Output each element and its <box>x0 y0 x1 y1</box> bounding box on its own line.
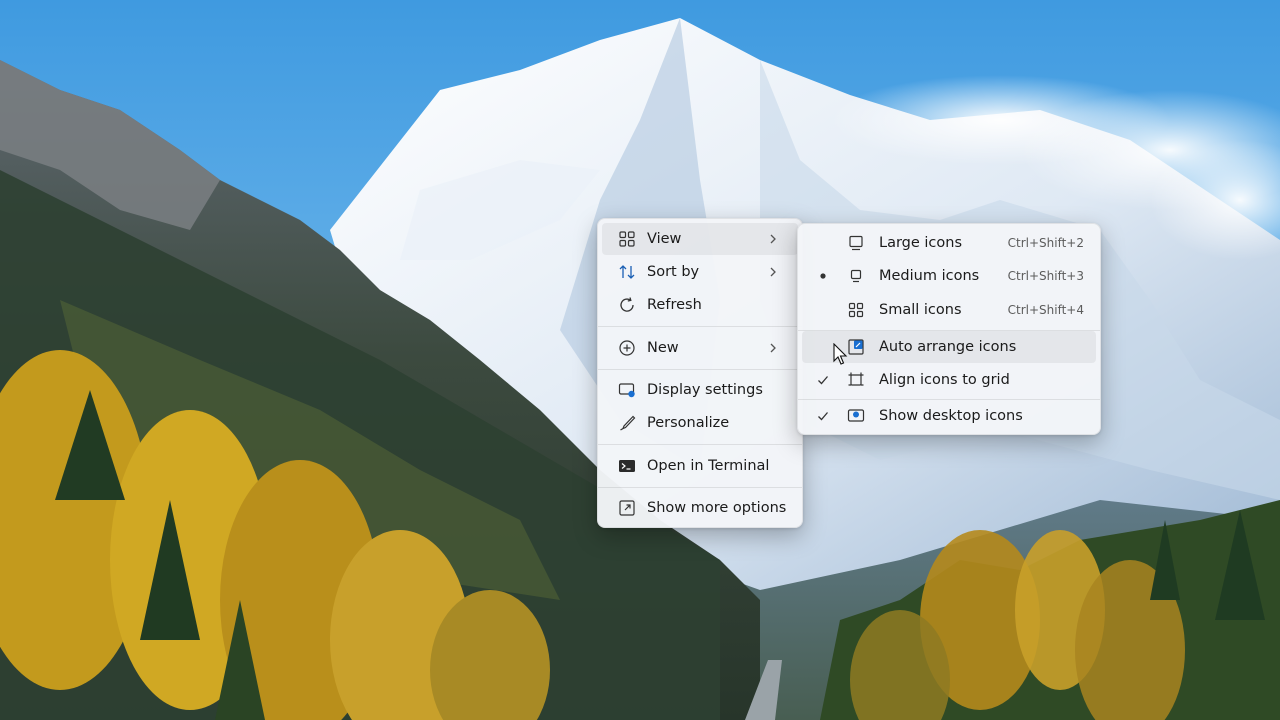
small-icons-icon <box>846 300 866 320</box>
menu-separator <box>598 326 802 327</box>
terminal-icon <box>617 456 637 476</box>
large-icons-icon <box>846 233 866 253</box>
auto-arrange-icon <box>846 337 866 357</box>
chevron-right-icon <box>766 232 780 246</box>
menu-item-display-settings[interactable]: Display settings <box>602 374 798 406</box>
sort-icon <box>617 262 637 282</box>
new-plus-icon <box>617 338 637 358</box>
keyboard-shortcut: Ctrl+Shift+2 <box>1007 236 1084 250</box>
refresh-icon <box>617 295 637 315</box>
submenu-item-label: Auto arrange icons <box>879 339 1017 355</box>
menu-item-label: Personalize <box>647 415 730 431</box>
chevron-right-icon <box>766 265 780 279</box>
bullet-icon <box>816 269 830 283</box>
personalize-brush-icon <box>617 413 637 433</box>
menu-item-label: Show more options <box>647 500 787 516</box>
submenu-item-medium-icons[interactable]: Medium icons Ctrl+Shift+3 <box>802 260 1096 292</box>
checkmark-icon <box>816 409 830 423</box>
show-desktop-icon <box>846 406 866 426</box>
menu-item-label: Sort by <box>647 264 700 280</box>
menu-item-open-in-terminal[interactable]: Open in Terminal <box>602 450 798 482</box>
submenu-item-large-icons[interactable]: Large icons Ctrl+Shift+2 <box>802 227 1096 259</box>
menu-item-view[interactable]: View <box>602 223 798 255</box>
desktop-context-menu: View Sort by Refresh New Display setting… <box>597 218 803 528</box>
submenu-item-small-icons[interactable]: Small icons Ctrl+Shift+4 <box>802 294 1096 326</box>
menu-item-refresh[interactable]: Refresh <box>602 289 798 321</box>
submenu-item-label: Large icons <box>879 235 963 251</box>
selection-mark <box>816 303 830 317</box>
menu-separator <box>598 369 802 370</box>
view-submenu: Large icons Ctrl+Shift+2 Medium icons Ct… <box>797 223 1101 435</box>
menu-item-label: Display settings <box>647 382 763 398</box>
display-settings-icon <box>617 380 637 400</box>
menu-separator <box>598 487 802 488</box>
menu-item-sort-by[interactable]: Sort by <box>602 256 798 288</box>
align-grid-icon <box>846 370 866 390</box>
chevron-right-icon <box>766 341 780 355</box>
show-more-options-icon <box>617 498 637 518</box>
submenu-item-label: Show desktop icons <box>879 408 1023 424</box>
selection-mark <box>816 236 830 250</box>
menu-item-label: Open in Terminal <box>647 458 770 474</box>
submenu-item-auto-arrange-icons[interactable]: Auto arrange icons <box>802 331 1096 363</box>
menu-separator <box>598 444 802 445</box>
submenu-item-show-desktop-icons[interactable]: Show desktop icons <box>802 400 1096 432</box>
submenu-item-label: Align icons to grid <box>879 372 1010 388</box>
selection-mark <box>816 340 830 354</box>
menu-item-label: Refresh <box>647 297 702 313</box>
keyboard-shortcut: Ctrl+Shift+4 <box>1007 303 1084 317</box>
submenu-item-align-icons-to-grid[interactable]: Align icons to grid <box>802 364 1096 396</box>
menu-item-label: New <box>647 340 679 356</box>
menu-item-label: View <box>647 231 682 247</box>
keyboard-shortcut: Ctrl+Shift+3 <box>1007 269 1084 283</box>
menu-item-personalize[interactable]: Personalize <box>602 407 798 439</box>
view-grid-icon <box>617 229 637 249</box>
submenu-item-label: Medium icons <box>879 268 980 284</box>
medium-icons-icon <box>846 266 866 286</box>
menu-item-show-more-options[interactable]: Show more options <box>602 492 798 524</box>
submenu-item-label: Small icons <box>879 302 962 318</box>
menu-item-new[interactable]: New <box>602 332 798 364</box>
checkmark-icon <box>816 373 830 387</box>
